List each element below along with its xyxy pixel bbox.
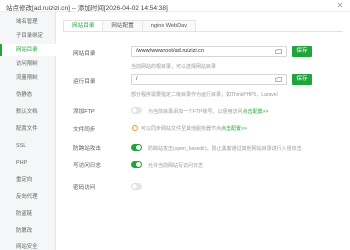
sidebar-item-hotlink[interactable]: 防盗链 xyxy=(0,208,56,220)
ftp-label: 添加FTP xyxy=(73,109,95,115)
password-access-toggle[interactable] xyxy=(131,183,142,190)
run-dir-save-button[interactable]: 保存 xyxy=(292,74,312,85)
run-dir-value: / xyxy=(136,76,138,82)
anti-xss-toggle[interactable] xyxy=(131,144,142,151)
window-title: 站点修改[ad.ruizizi.cn] -- 添加时间[2026-04-02 1… xyxy=(6,5,168,12)
anti-xss-text: 防跨站攻击(open_basedir)，防止黑客通过其他网站目录进行入侵攻击 xyxy=(148,146,302,152)
site-dir-label: 网站目录 xyxy=(73,51,96,57)
sidebar-item-site-dir[interactable]: 网站目录 xyxy=(0,44,56,56)
sidebar-item-config-file[interactable]: 配置文件 xyxy=(0,123,56,135)
sidebar-item-default-doc[interactable]: 默认文档 xyxy=(0,106,56,118)
ftp-text: 为当前目录添加一个FTP账号，以便用访问 xyxy=(148,109,243,115)
close-icon[interactable]: ✕ xyxy=(334,0,346,11)
ftp-description: 为当前目录添加一个FTP账号，以便用访问点击配置>> xyxy=(148,108,268,115)
folder-icon[interactable] xyxy=(275,76,282,83)
sidebar-item-redirect[interactable]: 重定向 xyxy=(0,174,56,186)
file-sync-text: 可以同步网站文件至其他服务器节点 xyxy=(141,126,222,132)
access-log-label: 写访问日志 xyxy=(73,163,101,169)
run-dir-label: 运行目录 xyxy=(73,79,96,85)
access-log-toggle[interactable] xyxy=(131,161,142,168)
folder-icon[interactable] xyxy=(275,48,282,55)
warning-icon: ! xyxy=(132,125,138,131)
tabs-divider xyxy=(63,31,343,32)
sidebar-item-subdir[interactable]: 子目录绑定 xyxy=(0,30,56,42)
site-dir-hint: 当前网站的根目录，可以选择网站目录 xyxy=(131,64,217,70)
sidebar-item-tamper[interactable]: 防篡改 xyxy=(0,225,56,237)
ftp-toggle[interactable] xyxy=(131,107,142,114)
file-sync-description: 可以同步网站文件至其他服务器节点点击配置>> xyxy=(141,125,247,132)
main-panel: 网站目录 网站配置 nginx WebDav 网站目录 /www/wwwroot… xyxy=(57,12,350,250)
anti-xss-label: 防跨站攻击 xyxy=(73,146,101,152)
file-sync-config-link[interactable]: 点击配置>> xyxy=(221,126,247,132)
file-sync-label: 文件同步 xyxy=(73,127,96,133)
sidebar-item-domain[interactable]: 域名管理 xyxy=(0,16,56,28)
password-access-label: 密码访问 xyxy=(73,185,96,191)
sidebar: 域名管理 子目录绑定 网站目录 访问限制 流量限制 伪静态 默认文档 配置文件 … xyxy=(0,12,56,250)
sidebar-item-ssl[interactable]: SSL xyxy=(0,140,56,152)
run-dir-hint: 部分程序需要指定二级目录作为运行目录，如ThinkPHP5，Laravel xyxy=(131,92,278,98)
sidebar-item-php[interactable]: PHP xyxy=(0,157,56,169)
sidebar-item-traffic-limit[interactable]: 流量限制 xyxy=(0,72,56,84)
run-dir-input[interactable]: / xyxy=(131,74,287,85)
sidebar-item-rewrite[interactable]: 伪静态 xyxy=(0,89,56,101)
window-titlebar: 站点修改[ad.ruizizi.cn] -- 添加时间[2026-04-02 1… xyxy=(0,0,350,12)
sidebar-item-security[interactable]: 网站安全 xyxy=(0,241,56,250)
access-log-text: 允许当前网站写访问日志 xyxy=(148,163,204,169)
sidebar-item-access-limit[interactable]: 访问限制 xyxy=(0,58,56,70)
site-dir-value: /www/wwwroot/ad.ruizizi.cn xyxy=(136,48,205,54)
sidebar-item-reverse-proxy[interactable]: 反向代理 xyxy=(0,191,56,203)
ftp-config-link[interactable]: 点击配置>> xyxy=(242,109,268,115)
site-dir-save-button[interactable]: 保存 xyxy=(292,46,312,57)
site-dir-input[interactable]: /www/wwwroot/ad.ruizizi.cn xyxy=(131,46,287,57)
